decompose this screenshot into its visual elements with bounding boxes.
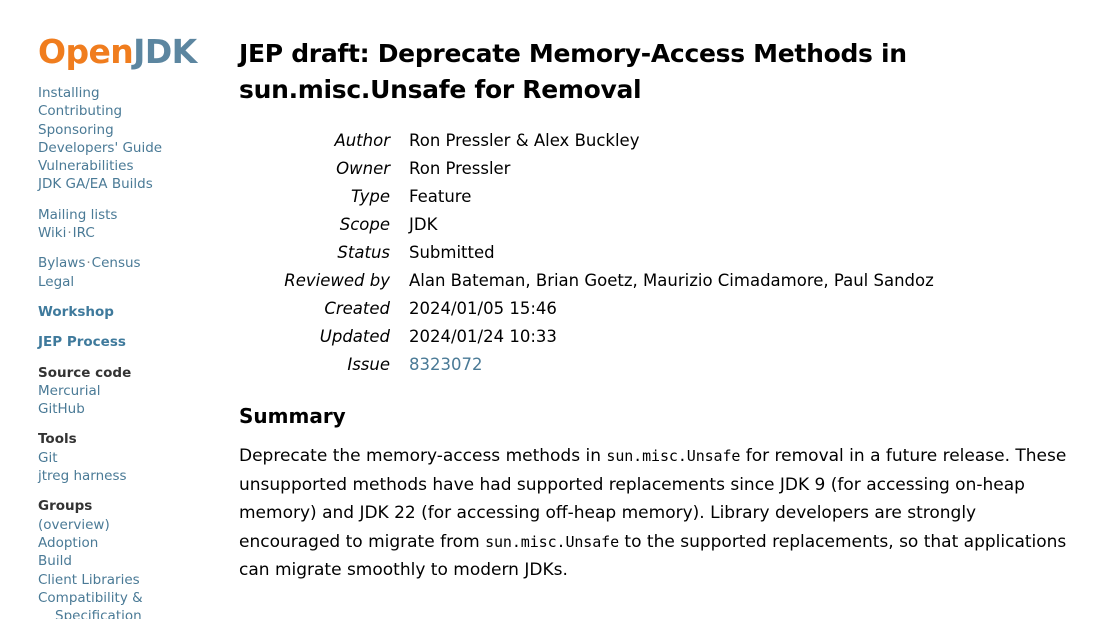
meta-label-issue: Issue [347,355,390,374]
summary-text-part-1: Deprecate the memory-access methods in [239,446,607,466]
meta-value-status: Submitted [409,243,495,262]
meta-label-updated: Updated [319,327,390,346]
summary-code-unsafe-2: sun.misc.Unsafe [485,532,620,551]
page-title: JEP draft: Deprecate Memory-Access Metho… [239,39,907,104]
sidebar-item-github[interactable]: GitHub [38,400,228,418]
summary-code-unsafe-1: sun.misc.Unsafe [606,447,741,465]
table-row: Type Feature [239,186,934,214]
sidebar-item-contributing[interactable]: Contributing [38,102,228,120]
sidebar-group-groups: Groups (overview) Adoption Build Client … [38,497,228,619]
main-content: JEP draft: Deprecate Memory-Access Metho… [239,0,1102,619]
logo-open-text: Open [38,32,134,71]
meta-label-author: Author [334,131,390,150]
sidebar-group-source-code: Source code Mercurial GitHub [38,364,228,419]
meta-label-owner: Owner [336,159,390,178]
logo-jdk-text: JDK [133,32,197,71]
summary-heading: Summary [239,404,346,428]
meta-label-scope: Scope [339,215,390,234]
meta-label-reviewed-by: Reviewed by [284,271,390,290]
sidebar-group-tools: Tools Git jtreg harness [38,430,228,485]
meta-value-reviewed-by: Alan Bateman, Brian Goetz, Maurizio Cima… [409,271,934,290]
sidebar-item-build[interactable]: Build [38,552,228,570]
meta-value-issue: 8323072 [409,354,934,382]
sidebar-group-governance-links: Bylaws·Census Legal [38,254,228,291]
meta-value-scope: JDK [409,215,438,234]
table-row: Issue 8323072 [239,354,934,382]
sidebar-item-developers-guide[interactable]: Developers' Guide [38,139,228,157]
meta-value-updated: 2024/01/24 10:33 [409,327,557,346]
sidebar-item-irc[interactable]: IRC [73,225,95,241]
sidebar-item-git[interactable]: Git [38,449,228,467]
sidebar-item-compatibility-spec-review-line1[interactable]: Compatibility & [38,589,228,607]
sidebar-heading-source-code: Source code [38,364,132,381]
meta-value-created: 2024/01/05 15:46 [409,299,557,318]
table-row: Created 2024/01/05 15:46 [239,298,934,326]
summary-paragraph: Deprecate the memory-access methods in s… [239,442,1071,585]
table-row: Updated 2024/01/24 10:33 [239,326,934,354]
sidebar-group-community-links: Mailing lists Wiki·IRC [38,206,228,243]
sidebar-item-overview[interactable]: (overview) [38,516,228,534]
meta-label-type: Type [350,187,390,206]
sidebar-item-mailing-lists[interactable]: Mailing lists [38,206,228,224]
sidebar-item-compatibility-spec-review-line2[interactable]: Specification [38,607,228,619]
sidebar-item-jtreg-harness[interactable]: jtreg harness [38,467,228,485]
meta-value-type: Feature [409,187,472,206]
sidebar-item-client-libraries[interactable]: Client Libraries [38,571,228,589]
table-row: Reviewed by Alan Bateman, Brian Goetz, M… [239,270,934,298]
sidebar-item-sponsoring[interactable]: Sponsoring [38,121,228,139]
sidebar-group-jep-process: JEP Process [38,333,228,351]
sidebar: OpenJDK Installing Contributing Sponsori… [0,0,228,619]
sidebar-item-bylaws[interactable]: Bylaws [38,255,85,271]
meta-value-author: Ron Pressler & Alex Buckley [409,131,640,150]
sidebar-item-bylaws-census: Bylaws·Census [38,254,228,272]
sidebar-item-census[interactable]: Census [92,255,141,271]
sidebar-item-wiki[interactable]: Wiki [38,225,66,241]
sidebar-item-jep-process[interactable]: JEP Process [38,333,228,351]
table-row: Status Submitted [239,242,934,270]
sidebar-heading-tools: Tools [38,431,77,448]
sidebar-item-vulnerabilities[interactable]: Vulnerabilities [38,157,228,175]
issue-link[interactable]: 8323072 [409,355,483,374]
table-row: Scope JDK [239,214,934,242]
sidebar-item-legal[interactable]: Legal [38,273,228,291]
sidebar-group-main-links: Installing Contributing Sponsoring Devel… [38,84,228,194]
sidebar-heading-groups: Groups [38,498,93,515]
sidebar-item-installing[interactable]: Installing [38,84,228,102]
meta-label-status: Status [337,243,390,262]
sidebar-item-workshop[interactable]: Workshop [38,303,228,321]
table-row: Owner Ron Pressler [239,158,934,186]
jep-draft-page: OpenJDK Installing Contributing Sponsori… [0,0,1102,619]
openjdk-logo[interactable]: OpenJDK [38,33,228,71]
sidebar-item-adoption[interactable]: Adoption [38,534,228,552]
jep-metadata-table: Author Ron Pressler & Alex Buckley Owner… [239,130,934,382]
table-row: Author Ron Pressler & Alex Buckley [239,130,934,158]
sidebar-group-workshop: Workshop [38,303,228,321]
meta-value-owner: Ron Pressler [409,159,511,178]
meta-label-created: Created [324,299,390,318]
sidebar-item-wiki-irc: Wiki·IRC [38,224,228,242]
sidebar-item-mercurial[interactable]: Mercurial [38,382,228,400]
sidebar-item-jdk-ga-ea-builds[interactable]: JDK GA/EA Builds [38,175,228,193]
